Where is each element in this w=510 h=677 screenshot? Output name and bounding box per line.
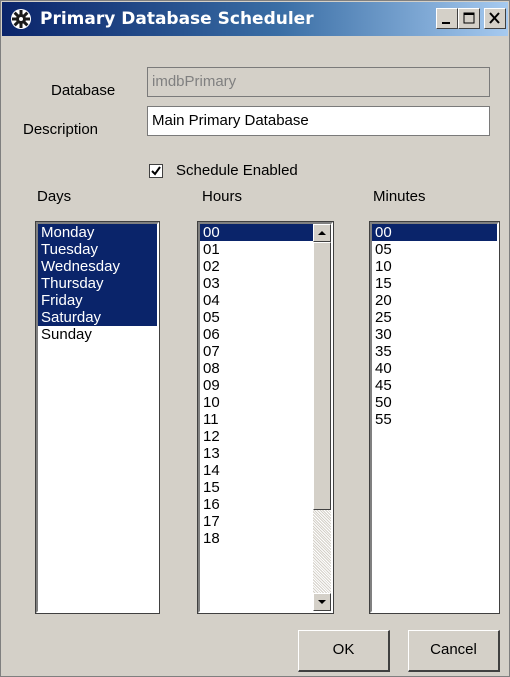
schedule-enabled-checkbox[interactable] xyxy=(149,164,163,178)
hour-list-item[interactable]: 11 xyxy=(200,411,331,428)
maximize-button[interactable] xyxy=(458,8,480,29)
minimize-button[interactable] xyxy=(436,8,458,29)
database-label: Database xyxy=(51,82,116,99)
hours-listbox[interactable]: 00 01 02 03 04 05 06 07 08 09 10 11 12 13 14 15 16 17 18 xyxy=(197,221,334,614)
hour-list-item[interactable]: 12 xyxy=(200,428,331,445)
minute-list-item[interactable]: 55 xyxy=(372,411,497,428)
minute-list-item[interactable]: 50 xyxy=(372,394,497,411)
schedule-enabled-label[interactable]: Schedule Enabled xyxy=(176,162,298,179)
hour-list-item[interactable]: 01 xyxy=(200,241,331,258)
day-list-item[interactable]: Tuesday xyxy=(38,241,157,258)
hour-list-item[interactable]: 17 xyxy=(200,513,331,530)
minutes-header: Minutes xyxy=(373,188,426,205)
description-field[interactable]: Main Primary Database xyxy=(147,106,490,136)
days-listbox[interactable]: Monday Tuesday Wednesday Thursday Friday Satu… xyxy=(35,221,160,614)
close-icon xyxy=(489,12,500,24)
hours-scrollbar[interactable] xyxy=(313,224,331,611)
minute-list-item[interactable]: 00 xyxy=(372,224,497,241)
scroll-thumb[interactable] xyxy=(313,242,331,510)
minimize-icon xyxy=(442,22,450,24)
minute-list-item[interactable]: 15 xyxy=(372,275,497,292)
hour-list-item[interactable]: 18 xyxy=(200,530,331,547)
scroll-down-button[interactable] xyxy=(313,593,331,611)
minute-list-item[interactable]: 40 xyxy=(372,360,497,377)
hour-list-item[interactable]: 14 xyxy=(200,462,331,479)
hours-header: Hours xyxy=(202,188,243,205)
scheduler-dialog: Primary Database Scheduler Database imdb… xyxy=(0,0,510,677)
gear-icon xyxy=(11,9,31,29)
day-list-item[interactable]: Saturday xyxy=(38,309,157,326)
checkmark-icon xyxy=(151,166,161,176)
day-list-item[interactable]: Thursday xyxy=(38,275,157,292)
minute-list-item[interactable]: 45 xyxy=(372,377,497,394)
day-list-item[interactable]: Wednesday xyxy=(38,258,157,275)
hour-list-item[interactable]: 03 xyxy=(200,275,331,292)
minute-list-item[interactable]: 25 xyxy=(372,309,497,326)
minute-list-item[interactable]: 30 xyxy=(372,326,497,343)
hour-list-item[interactable]: 07 xyxy=(200,343,331,360)
hour-list-item[interactable]: 02 xyxy=(200,258,331,275)
day-list-item[interactable]: Monday xyxy=(38,224,157,241)
hour-list-item[interactable]: 00 xyxy=(200,224,331,241)
hour-list-item[interactable]: 04 xyxy=(200,292,331,309)
hour-list-item[interactable]: 10 xyxy=(200,394,331,411)
hour-list-item[interactable]: 15 xyxy=(200,479,331,496)
hour-list-item[interactable]: 08 xyxy=(200,360,331,377)
ok-button[interactable]: OK xyxy=(298,630,390,672)
scroll-up-button[interactable] xyxy=(313,224,331,242)
title-bar[interactable]: Primary Database Scheduler xyxy=(2,2,508,36)
hour-list-item[interactable]: 13 xyxy=(200,445,331,462)
day-list-item[interactable]: Friday xyxy=(38,292,157,309)
day-list-item[interactable]: Sunday xyxy=(38,326,157,343)
minute-list-item[interactable]: 35 xyxy=(372,343,497,360)
close-button[interactable] xyxy=(484,8,506,29)
hour-list-item[interactable]: 06 xyxy=(200,326,331,343)
arrow-up-icon xyxy=(318,231,326,235)
minute-list-item[interactable]: 05 xyxy=(372,241,497,258)
database-field: imdbPrimary xyxy=(147,67,490,97)
description-label: Description xyxy=(23,121,99,138)
days-header: Days xyxy=(37,188,72,205)
hour-list-item[interactable]: 09 xyxy=(200,377,331,394)
cancel-button[interactable]: Cancel xyxy=(408,630,500,672)
minute-list-item[interactable]: 10 xyxy=(372,258,497,275)
maximize-icon xyxy=(463,12,475,24)
arrow-down-icon xyxy=(318,600,326,604)
hour-list-item[interactable]: 16 xyxy=(200,496,331,513)
hour-list-item[interactable]: 05 xyxy=(200,309,331,326)
minutes-listbox[interactable]: 00 05 10 15 20 25 30 35 40 45 50 55 xyxy=(369,221,500,614)
minute-list-item[interactable]: 20 xyxy=(372,292,497,309)
window-title: Primary Database Scheduler xyxy=(40,9,314,29)
